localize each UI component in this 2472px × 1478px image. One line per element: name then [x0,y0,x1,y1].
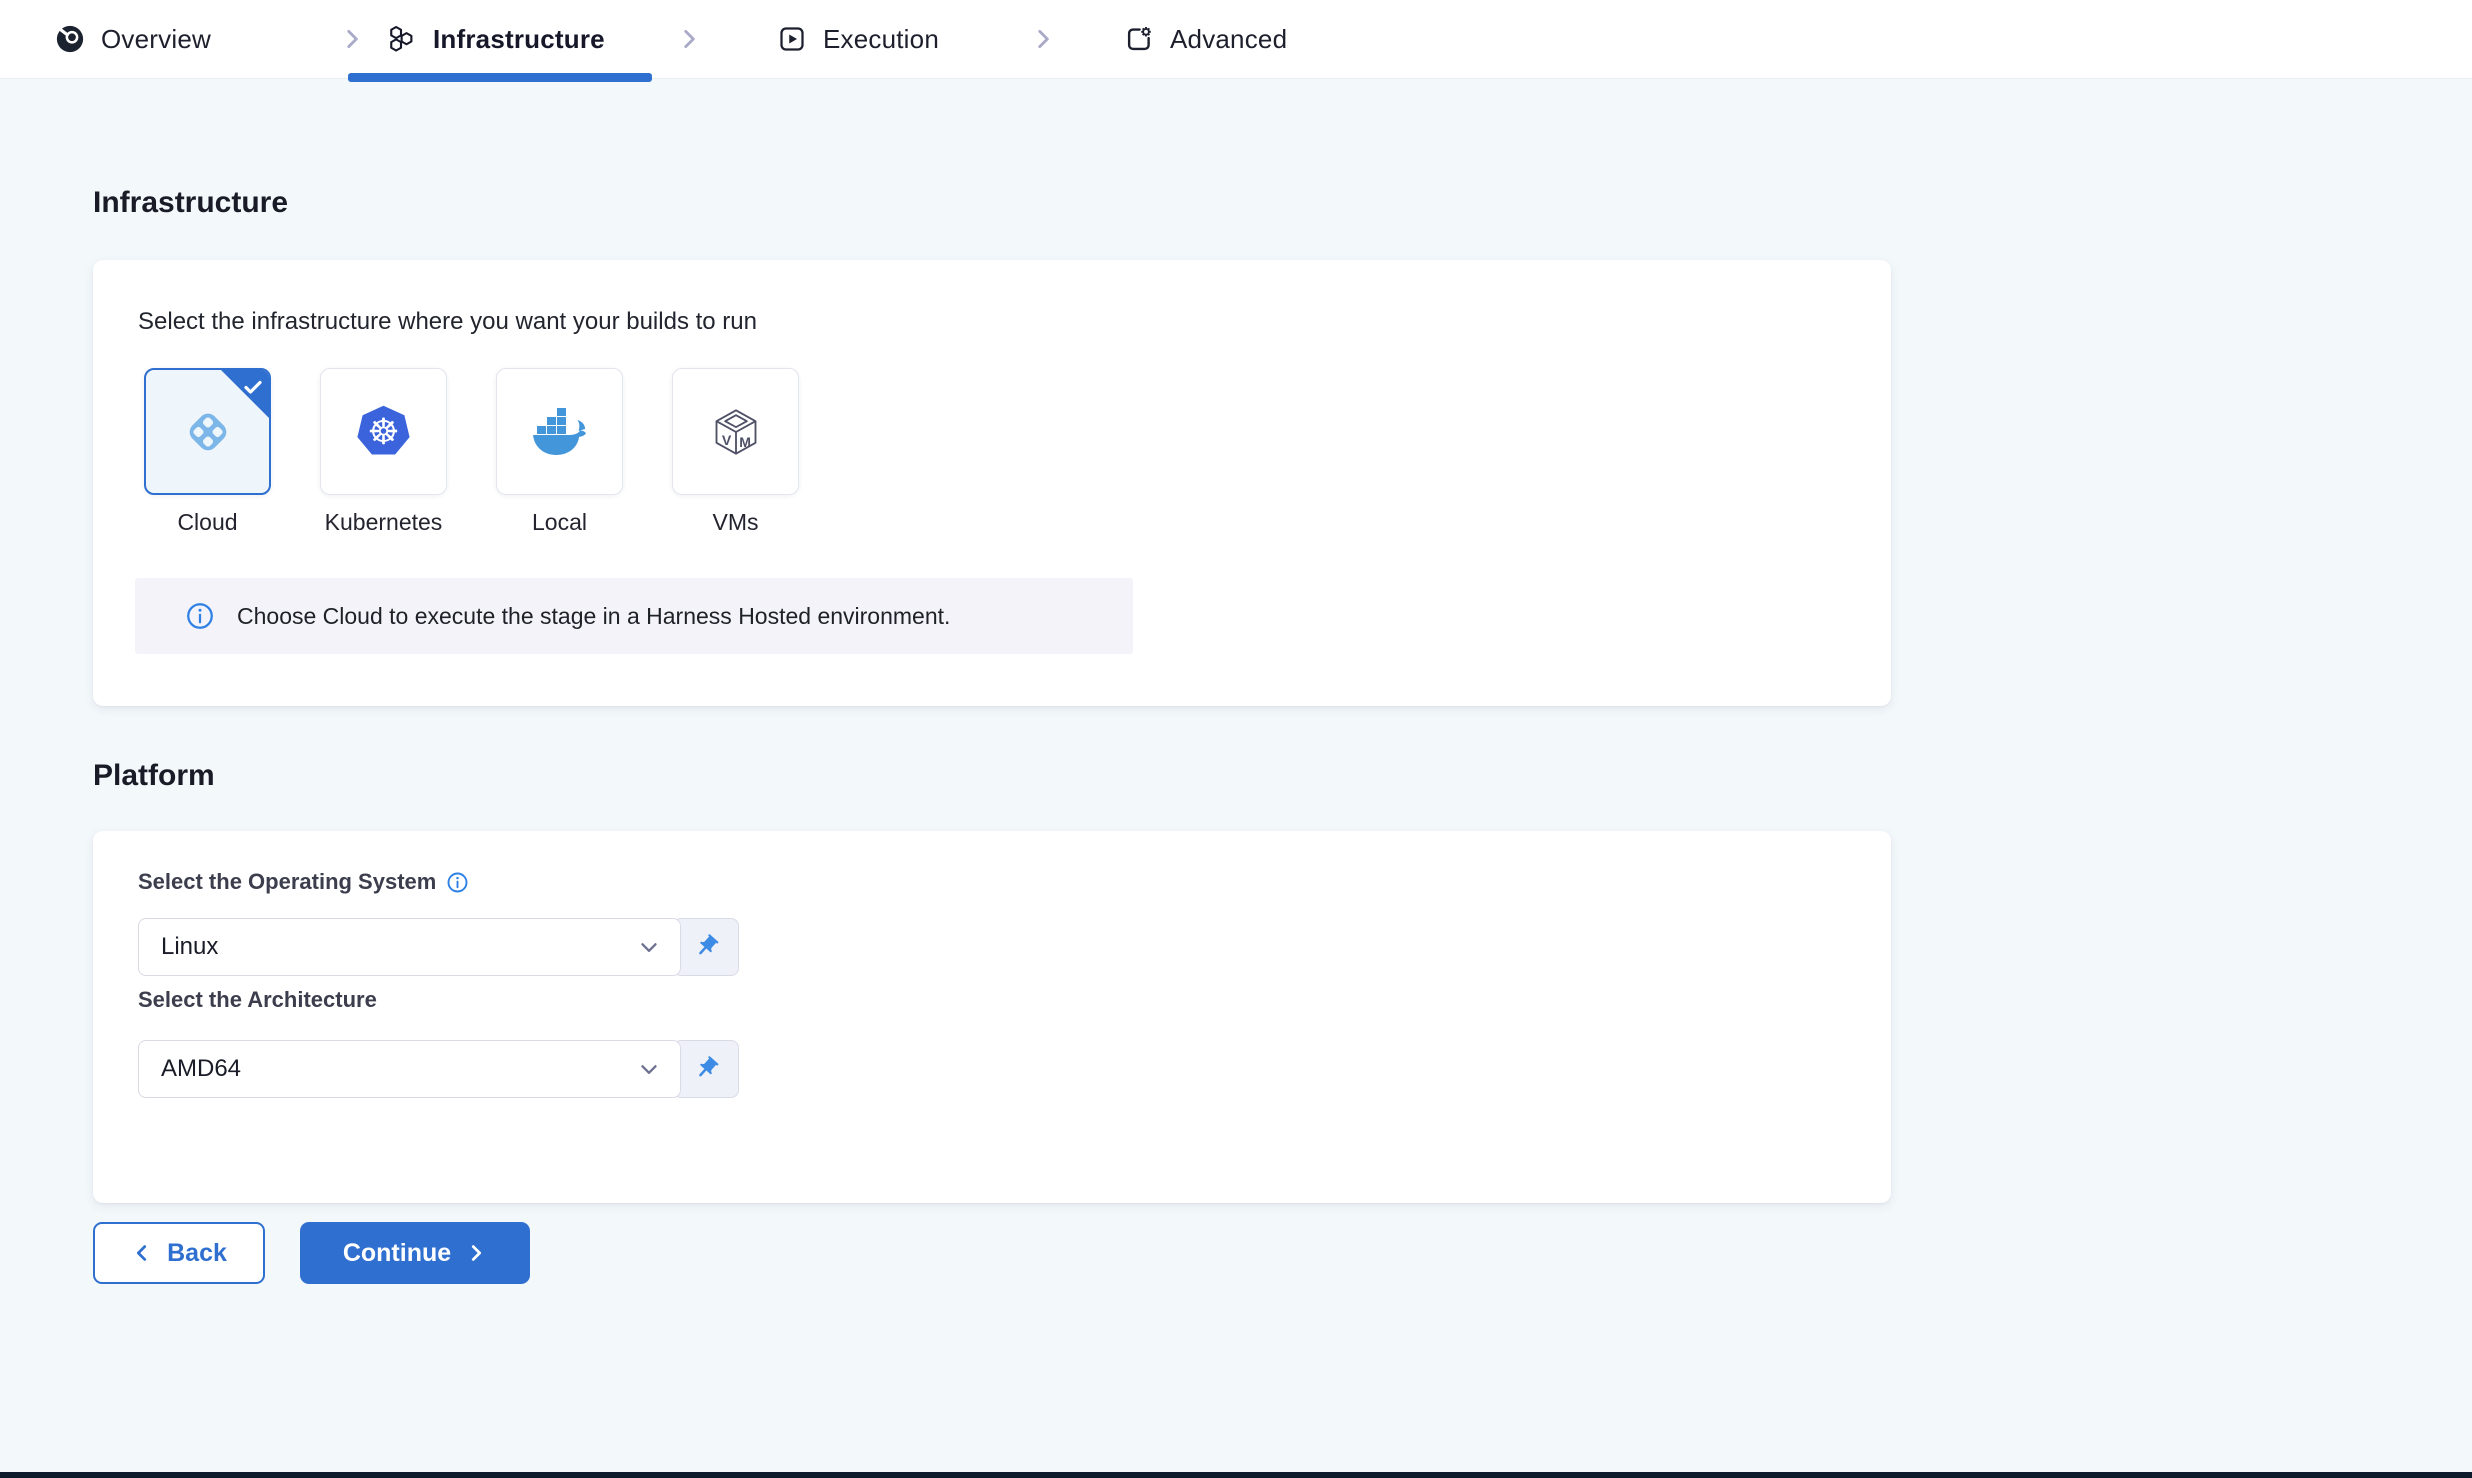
pin-icon [692,933,720,961]
infra-option-cloud: Cloud [144,368,271,536]
os-pin-button[interactable] [673,918,739,976]
back-button-label: Back [167,1239,227,1268]
infra-option-vms: V M VMs [672,368,799,536]
cloud-info-banner: Choose Cloud to execute the stage in a H… [135,578,1133,654]
continue-button-label: Continue [343,1239,451,1268]
infrastructure-card: Select the infrastructure where you want… [93,260,1891,706]
chevron-down-icon [636,1056,662,1082]
selected-check-icon [241,375,265,399]
infra-option-kubernetes-tile[interactable]: ☸ [320,368,447,495]
architecture-field-label-text: Select the Architecture [138,987,377,1013]
os-info-icon[interactable] [446,871,469,894]
chevron-right-separator-icon [676,26,702,52]
tile-label: Local [532,509,587,536]
tile-label: VMs [713,509,759,536]
infrastructure-section-heading: Infrastructure [93,186,288,220]
tab-overview[interactable]: Overview [55,0,211,78]
tab-execution[interactable]: Execution [777,0,939,78]
infra-option-kubernetes: ☸ Kubernetes [320,368,447,536]
pin-icon [692,1055,720,1083]
svg-text:V: V [721,432,731,448]
advanced-gear-icon [1124,24,1154,54]
info-icon [185,601,215,631]
architecture-field-label: Select the Architecture [138,987,377,1013]
tab-advanced[interactable]: Advanced [1124,0,1287,78]
infra-option-local-tile[interactable] [496,368,623,495]
stage-config-page: Overview Infrastructure [0,0,2472,1478]
stage-tabbar: Overview Infrastructure [0,0,2472,79]
chevron-right-icon [465,1242,487,1264]
vm-cube-icon: V M [710,406,762,458]
docker-whale-icon [531,407,589,457]
bottom-canvas-strip [0,1472,2472,1478]
tile-label: Cloud [177,509,237,536]
infra-option-local: Local [496,368,623,536]
tab-overview-label: Overview [101,24,211,55]
cloud-info-message: Choose Cloud to execute the stage in a H… [237,603,950,630]
infrastructure-icon [387,24,417,54]
svg-text:M: M [739,434,751,450]
architecture-pin-button[interactable] [673,1040,739,1098]
infra-option-vms-tile[interactable]: V M [672,368,799,495]
continue-button[interactable]: Continue [300,1222,530,1284]
chevron-right-separator-icon [1030,26,1056,52]
architecture-select-value: AMD64 [161,1055,241,1083]
os-select[interactable]: Linux [138,918,681,976]
tile-label: Kubernetes [325,509,443,536]
kubernetes-icon: ☸ [355,404,413,460]
tab-execution-label: Execution [823,24,939,55]
os-field-label-text: Select the Operating System [138,869,436,895]
chevron-down-icon [636,934,662,960]
infrastructure-options: Cloud ☸ Kubernetes [144,368,799,536]
chevron-left-icon [131,1242,153,1264]
back-button[interactable]: Back [93,1222,265,1284]
tab-infrastructure-label: Infrastructure [433,24,605,55]
execution-icon [777,24,807,54]
os-select-value: Linux [161,933,218,961]
infrastructure-prompt: Select the infrastructure where you want… [138,308,757,336]
platform-section-heading: Platform [93,759,215,793]
overview-icon [55,24,85,54]
active-tab-underline [348,73,652,82]
architecture-select[interactable]: AMD64 [138,1040,681,1098]
platform-card: Select the Operating System Linux [93,831,1891,1203]
tab-advanced-label: Advanced [1170,24,1287,55]
infra-option-cloud-tile[interactable] [144,368,271,495]
os-field-label: Select the Operating System [138,869,469,895]
tab-infrastructure[interactable]: Infrastructure [387,0,605,78]
chevron-right-separator-icon [339,26,365,52]
